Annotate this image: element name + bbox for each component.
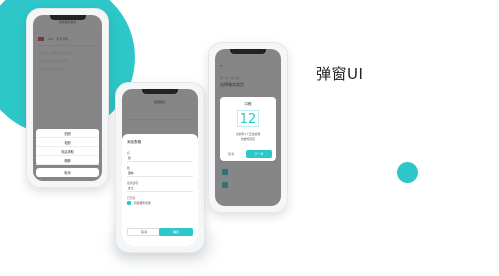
divider: [127, 191, 193, 192]
form-title: 添加表格: [127, 140, 141, 144]
gender-select[interactable]: 女士: [128, 186, 134, 190]
confirm-button[interactable]: 确定: [159, 228, 193, 236]
phone-mockup-3: ← 第一步 · 第二步 选择服务类型 口程 12 当前有1个正在处理 的委托项目…: [208, 42, 288, 213]
field-label: 已同意: [127, 196, 136, 200]
field-first-name[interactable]: 张: [128, 156, 131, 160]
divider: [127, 161, 193, 162]
action-sheet: 拍照 相册 电话求助 微聊: [36, 129, 99, 165]
action-chat[interactable]: 微聊: [36, 156, 99, 165]
dialog-desc: 当前有1个正在处理: [235, 132, 261, 136]
cancel-button[interactable]: 取消: [36, 168, 99, 177]
field-label: 名: [127, 151, 130, 155]
divider: [127, 176, 193, 177]
dialog-desc: 的委托项目: [241, 137, 255, 141]
cancel-button[interactable]: 取消: [127, 228, 161, 236]
field-label: 姓: [127, 166, 130, 170]
phone-3-screen: ← 第一步 · 第二步 选择服务类型 口程 12 当前有1个正在处理 的委托项目…: [215, 49, 281, 206]
action-album[interactable]: 相册: [36, 138, 99, 147]
checkbox-label: 同意服务条款: [134, 201, 151, 205]
phone-2-screen: 数据展示 添加表格 名 张 姓 国林 性别选项 女士 已同意 同意服务条款 取消…: [122, 89, 198, 246]
action-call[interactable]: 电话求助: [36, 147, 99, 156]
field-last-name[interactable]: 国林: [128, 171, 134, 175]
checkbox[interactable]: [127, 201, 131, 205]
next-button[interactable]: 下一步: [246, 150, 272, 158]
phone-1-screen: 完成卖房信息 +86 手机号码 拍照 相册 电话求助 微聊 取消: [33, 15, 102, 181]
phone-notch: [49, 15, 86, 20]
phone-notch: [142, 89, 178, 94]
dialog-title: 口程: [244, 102, 252, 106]
form-sheet: 添加表格 名 张 姓 国林 性别选项 女士 已同意 同意服务条款 取消 确定: [122, 134, 198, 246]
action-photo[interactable]: 拍照: [36, 129, 99, 138]
phone-notch: [230, 49, 266, 54]
phone-mockup-2: 数据展示 添加表格 名 张 姓 国林 性别选项 女士 已同意 同意服务条款 取消…: [115, 82, 205, 253]
dialog: 口程 12 当前有1个正在处理 的委托项目 取消 下一步: [220, 97, 276, 161]
decor-circle-small: [397, 162, 418, 183]
count-badge: 12: [237, 110, 259, 127]
phone-mockup-1: 完成卖房信息 +86 手机号码 拍照 相册 电话求助 微聊 取消: [26, 8, 109, 188]
cancel-button[interactable]: 取消: [228, 152, 234, 156]
field-label: 性别选项: [127, 181, 139, 185]
headline-title: 弹窗UI: [316, 65, 364, 83]
